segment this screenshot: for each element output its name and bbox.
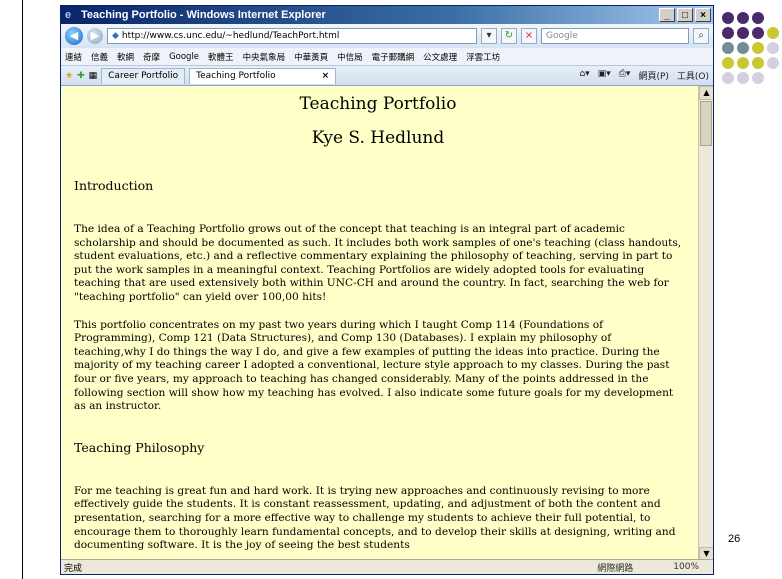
link-item[interactable]: 中信局	[337, 51, 363, 63]
browser-window: e Teaching Portfolio - Windows Internet …	[60, 5, 714, 575]
decorative-dot	[767, 27, 779, 39]
close-tab-icon[interactable]: ×	[322, 71, 330, 81]
decorative-dot	[737, 57, 749, 69]
page-author: Kye S. Hedlund	[311, 128, 445, 148]
page-favicon-icon: ◆	[112, 31, 119, 41]
decorative-dots	[722, 12, 782, 152]
slide-page-number: 26	[728, 533, 741, 545]
slide-left-rule	[22, 0, 23, 579]
decorative-dot	[722, 12, 734, 24]
decorative-dot	[752, 27, 764, 39]
home-icon[interactable]: ⌂▾	[579, 69, 589, 82]
link-item[interactable]: 信義	[91, 51, 108, 63]
window-title: Teaching Portfolio - Windows Internet Ex…	[81, 9, 326, 21]
close-button[interactable]: ×	[695, 8, 711, 22]
ie-icon: e	[65, 9, 72, 21]
philosophy-heading: Teaching Philosophy	[74, 439, 205, 455]
tab-career-portfolio[interactable]: Career Portfolio	[101, 67, 186, 84]
tab-label: Teaching Portfolio	[196, 71, 276, 81]
links-bar: 連結 信義 軟網 奇摩 Google 軟體王 中央氣象局 中華黃頁 中信局 電子郵購網 公文處理 浮雲…	[61, 48, 713, 66]
tab-label: Career Portfolio	[108, 71, 179, 81]
page-title: Teaching Portfolio	[299, 94, 457, 114]
link-item[interactable]: 公文處理	[423, 51, 457, 63]
decorative-dot	[722, 27, 734, 39]
link-item[interactable]: 奇摩	[143, 51, 160, 63]
decorative-dot	[752, 42, 764, 54]
decorative-dot	[752, 12, 764, 24]
favorites-star-icon[interactable]: ★	[65, 71, 73, 81]
search-icon[interactable]: ⌕	[693, 28, 709, 44]
command-bar: ⌂▾ ▣▾ ⎙▾ 網頁(P) 工具(O)	[579, 69, 709, 82]
quick-tabs-icon[interactable]: ▦	[89, 71, 98, 81]
page-menu[interactable]: 網頁(P)	[638, 69, 668, 82]
refresh-button[interactable]: ↻	[501, 28, 517, 44]
decorative-dot	[767, 42, 779, 54]
link-item[interactable]: 連結	[65, 51, 82, 63]
link-item[interactable]: Google	[169, 52, 199, 62]
link-item[interactable]: 電子郵購網	[372, 51, 415, 63]
security-zone: 網際網路	[597, 563, 634, 574]
decorative-dot	[737, 42, 749, 54]
address-input[interactable]: ◆ http://www.cs.unc.edu/~hedlund/TeachPo…	[107, 28, 477, 44]
forward-button[interactable]: ▶	[87, 28, 103, 44]
print-icon[interactable]: ⎙▾	[619, 69, 631, 82]
decorative-dot	[767, 57, 779, 69]
back-button[interactable]: ◀	[65, 27, 83, 45]
page-content: Teaching Portfolio Kye S. Hedlund Introd…	[61, 86, 698, 561]
decorative-dot	[722, 72, 734, 84]
status-bar: 完成 網際網路 100%	[61, 559, 713, 574]
feeds-icon[interactable]: ▣▾	[598, 69, 611, 82]
link-item[interactable]: 中央氣象局	[243, 51, 286, 63]
decorative-dot	[722, 42, 734, 54]
decorative-dot	[752, 57, 764, 69]
tab-bar: ★ ✚ ▦ Career Portfolio Teaching Portfoli…	[61, 66, 713, 86]
link-item[interactable]: 中華黃頁	[294, 51, 328, 63]
stop-button[interactable]: ×	[521, 28, 537, 44]
link-item[interactable]: 浮雲工坊	[466, 51, 500, 63]
intro-paragraph-1: The idea of a Teaching Portfolio grows o…	[74, 223, 682, 303]
tools-menu[interactable]: 工具(O)	[677, 69, 709, 82]
maximize-button[interactable]: □	[677, 8, 693, 22]
decorative-dot	[737, 12, 749, 24]
link-item[interactable]: 軟網	[117, 51, 134, 63]
decorative-dot	[752, 72, 764, 84]
add-favorite-icon[interactable]: ✚	[77, 71, 85, 81]
minimize-button[interactable]: _	[659, 8, 675, 22]
address-row: ◀ ▶ ◆ http://www.cs.unc.edu/~hedlund/Tea…	[61, 24, 713, 48]
intro-paragraph-2: This portfolio concentrates on my past t…	[74, 318, 674, 413]
intro-heading: Introduction	[74, 178, 154, 193]
decorative-dot	[737, 72, 749, 84]
decorative-dot	[737, 27, 749, 39]
scroll-thumb[interactable]	[700, 101, 712, 146]
vertical-scrollbar[interactable]: ▲ ▼	[698, 86, 713, 561]
tab-teaching-portfolio[interactable]: Teaching Portfolio ×	[189, 67, 337, 84]
dropdown-button[interactable]: ▾	[481, 28, 497, 44]
title-bar: e Teaching Portfolio - Windows Internet …	[61, 6, 713, 24]
url-text: http://www.cs.unc.edu/~hedlund/TeachPort…	[121, 31, 340, 41]
philosophy-paragraph-1: For me teaching is great fun and hard wo…	[74, 484, 676, 552]
search-input[interactable]: Google	[541, 28, 689, 44]
zoom-level[interactable]: 100%	[673, 562, 699, 572]
status-text: 完成	[64, 563, 83, 574]
link-item[interactable]: 軟體王	[208, 51, 234, 63]
decorative-dot	[722, 57, 734, 69]
scroll-up-icon[interactable]: ▲	[699, 86, 713, 100]
